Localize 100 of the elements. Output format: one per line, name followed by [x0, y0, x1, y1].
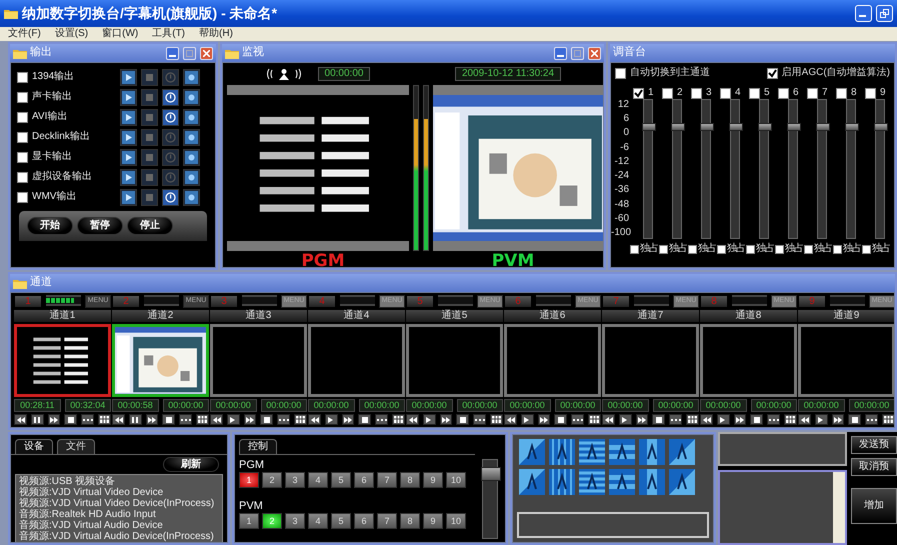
solo-checkbox[interactable]	[630, 244, 639, 254]
transition-icon[interactable]	[639, 439, 665, 465]
more-button[interactable]	[473, 414, 486, 425]
transition-icon[interactable]	[549, 469, 575, 495]
source-button[interactable]: 5	[331, 472, 351, 488]
play-button[interactable]	[716, 414, 730, 425]
minimize-button[interactable]	[166, 46, 179, 60]
close-button[interactable]	[588, 46, 601, 60]
transition-icon[interactable]	[579, 439, 605, 465]
play-button[interactable]	[814, 414, 828, 425]
pause-button[interactable]	[30, 414, 44, 425]
channel-checkbox[interactable]	[807, 88, 818, 98]
device-item[interactable]: 视频源:VJD Virtual Video Device	[19, 487, 219, 498]
fader-thumb[interactable]	[670, 123, 684, 132]
action-button[interactable]: 暂停	[77, 217, 123, 235]
channel-checkbox[interactable]	[749, 88, 760, 98]
output-checkbox[interactable]	[17, 152, 28, 162]
caption-button[interactable]: 增加	[851, 488, 897, 524]
play-button[interactable]	[120, 88, 137, 106]
output-checkbox[interactable]	[17, 72, 28, 82]
play-button[interactable]	[120, 148, 137, 166]
source-button[interactable]: 6	[354, 472, 374, 488]
stop-button[interactable]	[260, 414, 274, 425]
list-button[interactable]	[392, 414, 405, 425]
source-button[interactable]: 4	[308, 472, 328, 488]
play-button[interactable]	[120, 188, 137, 206]
fast-forward-button[interactable]	[244, 414, 256, 425]
play-button[interactable]	[226, 414, 240, 425]
more-button[interactable]	[767, 414, 780, 425]
solo-checkbox[interactable]	[746, 244, 755, 254]
checkbox[interactable]	[615, 68, 626, 78]
rewind-button[interactable]	[210, 414, 223, 425]
transition-icon[interactable]	[639, 469, 665, 495]
rewind-button[interactable]	[798, 414, 811, 425]
fader-thumb[interactable]	[786, 123, 800, 132]
action-button[interactable]: 停止	[127, 217, 173, 235]
solo-checkbox[interactable]	[862, 244, 871, 254]
source-button[interactable]: 10	[446, 472, 466, 488]
device-item[interactable]: 音频源:VJD Virtual Audio Device(InProcess)	[19, 531, 219, 542]
fader-thumb[interactable]	[700, 123, 714, 132]
more-button[interactable]	[81, 414, 94, 425]
stop-button[interactable]	[554, 414, 568, 425]
transition-icon[interactable]	[579, 469, 605, 495]
play-button[interactable]	[618, 414, 632, 425]
device-item[interactable]: 视频源:USB 视频设备	[19, 476, 219, 487]
stop-button[interactable]	[162, 414, 176, 425]
fast-forward-button[interactable]	[832, 414, 844, 425]
solo-checkbox[interactable]	[804, 244, 813, 254]
settings-button[interactable]	[183, 88, 200, 106]
list-button[interactable]	[490, 414, 503, 425]
source-button[interactable]: 10	[446, 513, 466, 530]
stop-button[interactable]	[652, 414, 666, 425]
menu-item[interactable]: 帮助(H)	[199, 27, 233, 41]
stop-button[interactable]	[848, 414, 862, 425]
more-button[interactable]	[669, 414, 682, 425]
transition-icon[interactable]	[519, 469, 545, 495]
tab[interactable]: 设备	[15, 439, 53, 454]
source-button[interactable]: 3	[285, 513, 305, 530]
caption-button[interactable]: 发送预	[851, 436, 897, 454]
fast-forward-button[interactable]	[342, 414, 354, 425]
rewind-button[interactable]	[406, 414, 419, 425]
list-button[interactable]	[784, 414, 797, 425]
fast-forward-button[interactable]	[146, 414, 158, 425]
fast-forward-button[interactable]	[538, 414, 550, 425]
close-button[interactable]	[200, 46, 213, 60]
fast-forward-button[interactable]	[734, 414, 746, 425]
list-button[interactable]	[196, 414, 209, 425]
caption-button[interactable]: 取消预	[851, 458, 897, 476]
transition-icon[interactable]	[549, 439, 575, 465]
source-button[interactable]: 6	[354, 513, 374, 530]
source-button[interactable]: 8	[400, 472, 420, 488]
tab[interactable]: 控制	[239, 439, 277, 454]
fader-thumb[interactable]	[874, 123, 888, 132]
channel-checkbox[interactable]	[865, 88, 876, 98]
settings-button[interactable]	[183, 168, 200, 186]
stop-button[interactable]	[358, 414, 372, 425]
settings-button[interactable]	[183, 108, 200, 126]
transition-icon[interactable]	[609, 469, 635, 495]
solo-checkbox[interactable]	[775, 244, 784, 254]
tab[interactable]: 文件	[57, 439, 95, 454]
pause-button[interactable]	[128, 414, 142, 425]
fader-thumb[interactable]	[758, 123, 772, 132]
list-button[interactable]	[588, 414, 601, 425]
device-item[interactable]: 音频源:Realtek HD Audio Input	[19, 509, 219, 520]
scroll-bar[interactable]	[833, 472, 845, 543]
rewind-button[interactable]	[112, 414, 125, 425]
more-button[interactable]	[865, 414, 878, 425]
stop-button[interactable]	[456, 414, 470, 425]
fast-forward-button[interactable]	[440, 414, 452, 425]
rewind-button[interactable]	[308, 414, 321, 425]
rewind-button[interactable]	[504, 414, 517, 425]
menu-item[interactable]: 设置(S)	[54, 27, 88, 41]
channel-checkbox[interactable]	[778, 88, 789, 98]
more-button[interactable]	[571, 414, 584, 425]
transition-icon[interactable]	[669, 439, 695, 465]
play-button[interactable]	[422, 414, 436, 425]
restore-button[interactable]	[876, 5, 893, 22]
refresh-button[interactable]: 刷新	[163, 457, 219, 472]
play-button[interactable]	[120, 128, 137, 146]
stop-button[interactable]	[64, 414, 78, 425]
